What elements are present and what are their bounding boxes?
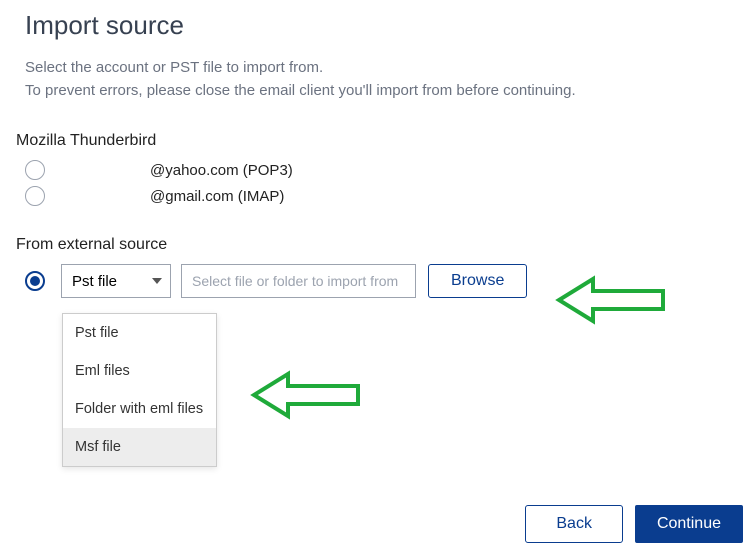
continue-button[interactable]: Continue bbox=[635, 505, 743, 543]
dropdown-item-eml[interactable]: Eml files bbox=[63, 352, 216, 390]
account-label: @gmail.com (IMAP) bbox=[150, 188, 284, 205]
browse-button[interactable]: Browse bbox=[428, 264, 527, 298]
page-title: Import source bbox=[25, 10, 755, 41]
radio-icon[interactable] bbox=[25, 160, 45, 180]
dropdown-item-pst[interactable]: Pst file bbox=[63, 314, 216, 352]
section-thunderbird: Mozilla Thunderbird bbox=[16, 132, 755, 150]
select-value: Pst file bbox=[72, 273, 117, 290]
dropdown-item-msf[interactable]: Msf file bbox=[63, 428, 216, 466]
chevron-down-icon bbox=[152, 278, 162, 284]
path-input[interactable]: Select file or folder to import from bbox=[181, 264, 416, 298]
annotation-arrow-browse bbox=[555, 275, 665, 325]
back-button[interactable]: Back bbox=[525, 505, 623, 543]
dropdown-item-folder-eml[interactable]: Folder with eml files bbox=[63, 390, 216, 428]
account-row-0[interactable]: @yahoo.com (POP3) bbox=[25, 160, 755, 180]
radio-icon[interactable] bbox=[25, 186, 45, 206]
footer-buttons: Back Continue bbox=[525, 505, 743, 543]
filetype-dropdown: Pst file Eml files Folder with eml files… bbox=[62, 313, 217, 467]
page-subtitle: Select the account or PST file to import… bbox=[25, 57, 755, 102]
account-row-1[interactable]: @gmail.com (IMAP) bbox=[25, 186, 755, 206]
radio-external[interactable] bbox=[25, 271, 45, 291]
account-label: @yahoo.com (POP3) bbox=[150, 162, 293, 179]
section-external: From external source bbox=[16, 236, 755, 254]
filetype-select[interactable]: Pst file bbox=[61, 264, 171, 298]
annotation-arrow-dropdown bbox=[250, 370, 360, 420]
